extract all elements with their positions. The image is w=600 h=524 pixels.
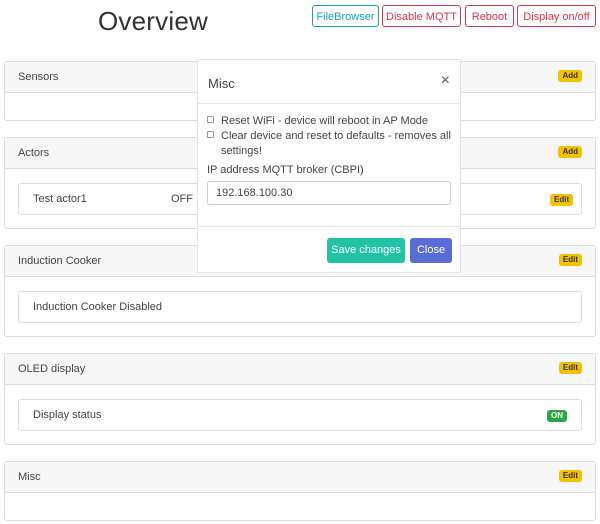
display-toggle-button[interactable]: Display on/off bbox=[517, 5, 596, 27]
oled-card-title: OLED display bbox=[18, 363, 86, 375]
oled-edit-badge[interactable]: Edit bbox=[558, 362, 582, 374]
save-changes-button[interactable]: Save changes bbox=[327, 238, 405, 263]
ip-broker-label: IP address MQTT broker (CBPI) bbox=[207, 164, 364, 176]
actors-card-title: Actors bbox=[18, 147, 50, 159]
reset-wifi-label: Reset WiFi - device will reboot in AP Mo… bbox=[221, 115, 429, 127]
induction-item: Induction Cooker Disabled bbox=[18, 291, 582, 323]
oled-item[interactable]: Display status ON bbox=[18, 399, 582, 431]
page-title: Overview bbox=[98, 6, 208, 36]
misc-edit-badge[interactable]: Edit bbox=[558, 470, 582, 482]
close-icon[interactable]: × bbox=[441, 72, 450, 90]
sensors-add-badge[interactable]: Add bbox=[558, 70, 582, 82]
modal-footer-divider bbox=[198, 226, 460, 227]
ip-broker-input[interactable]: 192.168.100.30 bbox=[207, 181, 451, 205]
oled-card-header: OLED display Edit bbox=[5, 354, 595, 385]
reboot-button[interactable]: Reboot bbox=[465, 5, 514, 27]
induction-edit-badge[interactable]: Edit bbox=[558, 254, 582, 266]
misc-card: Misc Edit bbox=[4, 461, 596, 521]
misc-card-header: Misc Edit bbox=[5, 462, 595, 493]
induction-status-text: Induction Cooker Disabled bbox=[33, 301, 163, 313]
sensors-card-title: Sensors bbox=[18, 71, 59, 83]
display-status-badge: ON bbox=[547, 410, 567, 422]
actor-edit-badge[interactable]: Edit bbox=[550, 194, 574, 206]
modal-header-divider bbox=[198, 103, 460, 104]
oled-card: OLED display Edit Display status ON bbox=[4, 353, 596, 445]
actor-name: Test actor1 bbox=[33, 193, 87, 205]
actors-add-badge[interactable]: Add bbox=[558, 146, 582, 158]
induction-card-title: Induction Cooker bbox=[18, 255, 102, 267]
overview-page: Overview FileBrowser Disable MQTT Reboot… bbox=[0, 0, 600, 524]
disable-mqtt-button[interactable]: Disable MQTT bbox=[382, 5, 461, 27]
misc-modal: Misc × Reset WiFi - device will reboot i… bbox=[197, 59, 461, 273]
reset-wifi-checkbox[interactable] bbox=[207, 116, 214, 123]
display-status-label: Display status bbox=[33, 409, 102, 421]
filebrowser-button[interactable]: FileBrowser bbox=[312, 5, 379, 27]
actor-state: OFF bbox=[171, 193, 193, 205]
clear-device-label: Clear device and reset to defaults - rem… bbox=[221, 130, 451, 157]
clear-device-checkbox[interactable] bbox=[207, 131, 214, 138]
misc-card-title: Misc bbox=[18, 471, 41, 483]
close-button[interactable]: Close bbox=[410, 238, 452, 263]
modal-title: Misc bbox=[208, 76, 235, 91]
